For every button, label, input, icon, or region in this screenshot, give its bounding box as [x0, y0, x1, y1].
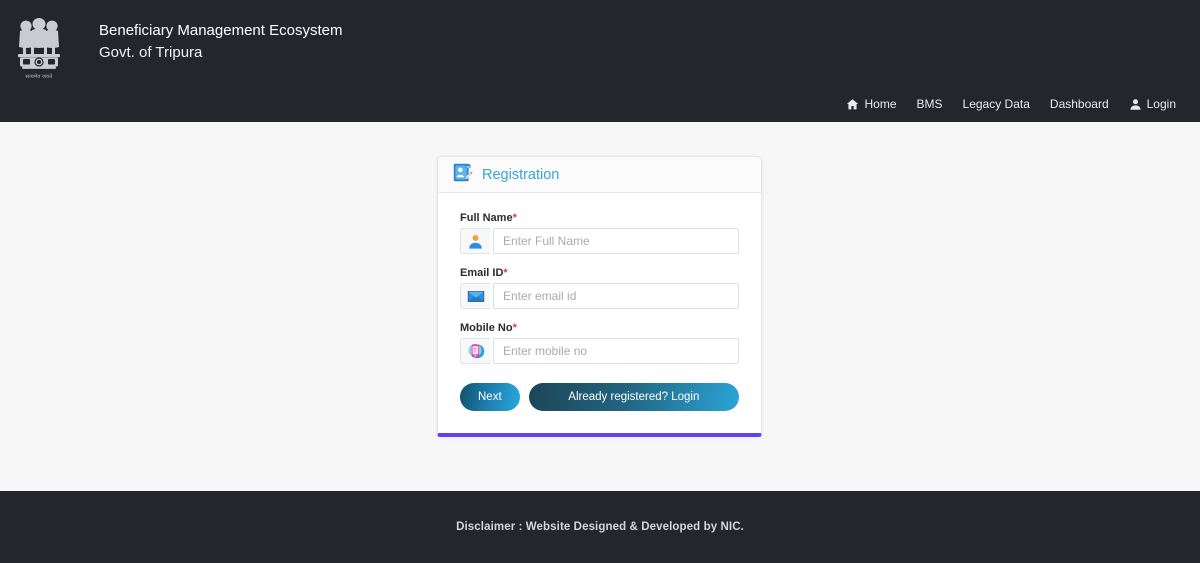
page-root: सत्यमेव जयते Beneficiary Management Ecos… [0, 0, 1200, 563]
home-icon [846, 98, 859, 111]
envelope-icon [460, 283, 490, 309]
mobile-no-input[interactable] [493, 338, 739, 364]
user-icon [1129, 98, 1142, 111]
field-mobile-no-label-text: Mobile No [460, 322, 513, 334]
ashoka-pillar-emblem-icon: सत्यमेव जयते [10, 6, 68, 80]
registration-form: Full Name* Email ID* [438, 193, 761, 433]
nav-item-bms[interactable]: BMS [907, 94, 953, 114]
field-email-id-label: Email ID* [460, 267, 739, 279]
field-email-id: Email ID* [460, 267, 739, 309]
form-actions: Next Already registered? Login [460, 383, 739, 411]
site-title: Beneficiary Management Ecosystem Govt. o… [99, 20, 342, 64]
already-registered-login-button[interactable]: Already registered? Login [528, 383, 739, 411]
footer-disclaimer-text: Disclaimer : Website Designed & Develope… [456, 521, 744, 533]
mobile-phone-icon [460, 338, 490, 364]
field-mobile-no-required-marker: * [512, 322, 517, 334]
next-button[interactable]: Next [460, 383, 520, 411]
emblem-motto-text: सत्यमेव जयते [25, 74, 53, 80]
nav-item-bms-label: BMS [916, 97, 943, 111]
email-id-input[interactable] [493, 283, 739, 309]
nav-item-home[interactable]: Home [836, 94, 906, 114]
field-full-name-label-text: Full Name [460, 212, 513, 224]
field-full-name: Full Name* [460, 212, 739, 254]
nav-item-dashboard[interactable]: Dashboard [1040, 94, 1119, 114]
registration-document-icon [452, 162, 473, 188]
field-mobile-no: Mobile No* [460, 322, 739, 364]
nav-item-legacy-data[interactable]: Legacy Data [953, 94, 1040, 114]
nav-item-login[interactable]: Login [1119, 94, 1186, 114]
field-email-id-label-text: Email ID [460, 267, 504, 279]
registration-card: Registration Full Name* Enter Full Name … [437, 156, 762, 437]
site-header: सत्यमेव जयते Beneficiary Management Ecos… [0, 0, 1200, 122]
site-title-line1: Beneficiary Management Ecosystem [99, 22, 343, 39]
field-email-id-required-marker: * [503, 267, 508, 279]
main-navigation: Home BMS Legacy Data Dashboard Login [836, 94, 1186, 114]
site-title-line2: Govt. of Tripura [99, 44, 203, 61]
site-footer: Disclaimer : Website Designed & Develope… [0, 491, 1200, 563]
registration-card-title: Registration [482, 166, 560, 183]
nav-item-legacy-data-label: Legacy Data [962, 97, 1030, 111]
registration-card-header: Registration [438, 157, 761, 193]
field-full-name-required-marker: * [512, 212, 517, 224]
nav-item-home-label: Home [864, 97, 897, 111]
nav-item-login-label: Login [1146, 97, 1176, 111]
full-name-input[interactable] [493, 228, 739, 254]
field-mobile-no-label: Mobile No* [460, 322, 739, 334]
nav-item-dashboard-label: Dashboard [1049, 97, 1109, 111]
user-avatar-icon [460, 228, 490, 254]
field-full-name-label: Full Name* [460, 212, 739, 224]
